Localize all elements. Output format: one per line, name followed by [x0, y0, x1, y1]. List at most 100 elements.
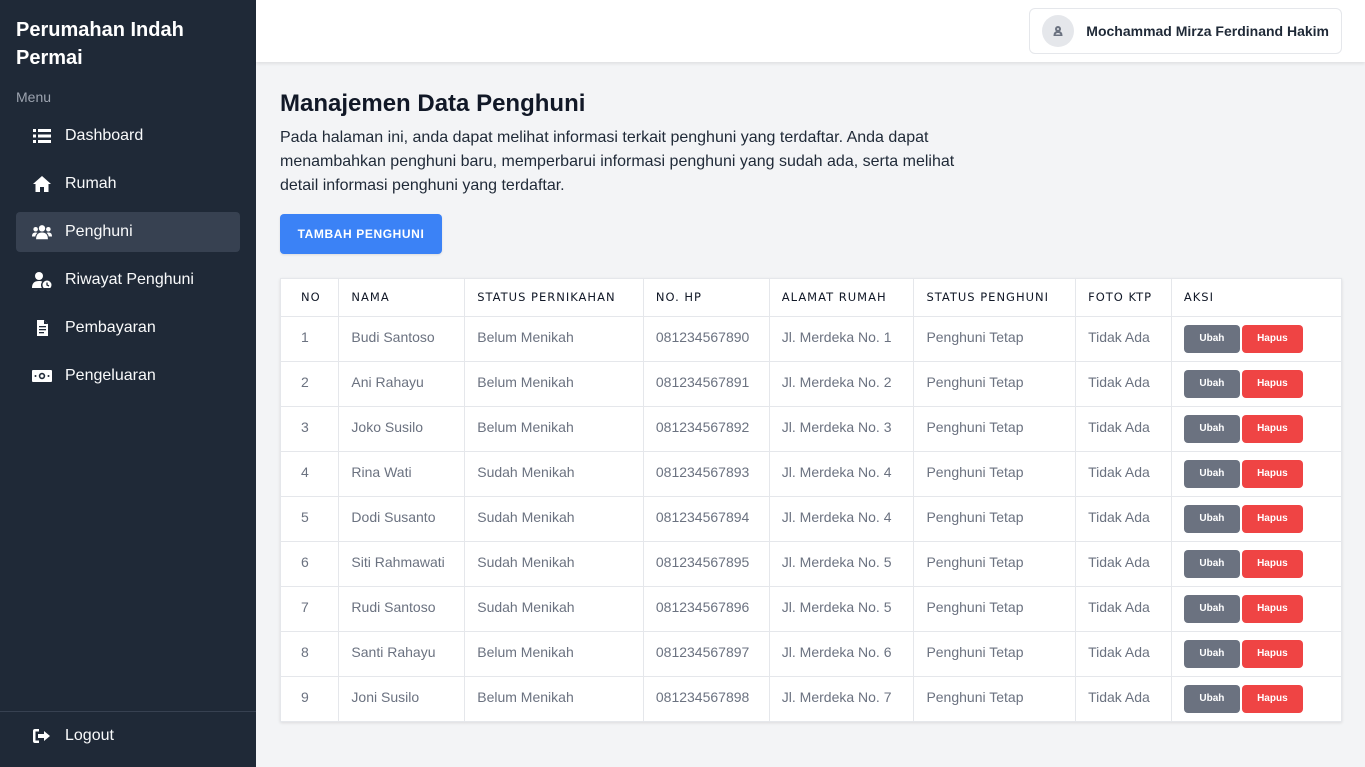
cell-no: 3 — [281, 406, 340, 452]
cell-foto-ktp: Tidak Ada — [1075, 631, 1172, 677]
cell-status-penghuni: Penghuni Tetap — [913, 406, 1077, 452]
edit-button[interactable]: Ubah — [1183, 414, 1240, 443]
delete-button[interactable]: Hapus — [1241, 549, 1303, 578]
cell-no-hp: 081234567896 — [643, 586, 770, 632]
sidebar-item-pembayaran[interactable]: Pembayaran — [16, 308, 240, 348]
home-icon — [32, 175, 52, 193]
delete-button[interactable]: Hapus — [1241, 369, 1303, 398]
delete-button[interactable]: Hapus — [1241, 414, 1303, 443]
cell-status-pernikahan: Belum Menikah — [464, 406, 644, 452]
cell-status-penghuni: Penghuni Tetap — [913, 631, 1077, 677]
cell-aksi: Ubah Hapus — [1171, 631, 1341, 677]
sidebar-item-label: Penghuni — [65, 223, 133, 240]
cell-nama: Ani Rahayu — [338, 361, 466, 407]
delete-button[interactable]: Hapus — [1241, 459, 1303, 488]
cell-foto-ktp: Tidak Ada — [1075, 406, 1172, 452]
table-row: 8 Santi Rahayu Belum Menikah 081234567897 Jl… — [281, 631, 1341, 677]
sidebar-item-riwayat-penghuni[interactable]: Riwayat Penghuni — [16, 260, 240, 300]
cell-no: 9 — [281, 676, 340, 721]
cell-no-hp: 081234567893 — [643, 451, 770, 497]
cell-status-penghuni: Penghuni Tetap — [913, 361, 1077, 407]
table-row: 4 Rina Wati Sudah Menikah 081234567893 Jl. M… — [281, 451, 1341, 497]
cell-aksi: Ubah Hapus — [1171, 316, 1341, 362]
cell-status-pernikahan: Belum Menikah — [464, 361, 644, 407]
logout-button[interactable]: Logout — [16, 716, 240, 756]
cell-no-hp: 081234567897 — [643, 631, 770, 677]
table-row: 5 Dodi Susanto Sudah Menikah 081234567894 Jl… — [281, 496, 1341, 542]
sidebar: Perumahan Indah Permai Menu Dashboard Ru… — [0, 0, 256, 767]
table-row: 1 Budi Santoso Belum Menikah 081234567890 Jl… — [281, 316, 1341, 362]
add-resident-button[interactable]: TAMBAH PENGHUNI — [280, 214, 442, 254]
sidebar-item-label: Riwayat Penghuni — [65, 271, 194, 288]
cell-no: 2 — [281, 361, 340, 407]
cell-status-penghuni: Penghuni Tetap — [913, 451, 1077, 497]
cell-aksi: Ubah Hapus — [1171, 361, 1341, 407]
edit-button[interactable]: Ubah — [1183, 684, 1240, 713]
cell-no: 7 — [281, 586, 340, 632]
cell-nama: Joni Susilo — [338, 676, 466, 721]
cell-no-hp: 081234567895 — [643, 541, 770, 587]
page-description: Pada halaman ini, anda dapat melihat inf… — [280, 129, 955, 194]
delete-button[interactable]: Hapus — [1241, 639, 1303, 668]
cell-alamat-rumah: Jl. Merdeka No. 4 — [769, 496, 915, 542]
edit-button[interactable]: Ubah — [1183, 549, 1240, 578]
file-invoice-icon — [32, 319, 52, 337]
page-title: Manajemen Data Penghuni — [280, 90, 586, 117]
table-header-row: NO NAMA STATUS PERNIKAHAN NO. HP ALAMAT … — [281, 279, 1341, 317]
top-header: Mochammad Mirza Ferdinand Hakim — [256, 0, 1365, 62]
cell-nama: Rina Wati — [338, 451, 466, 497]
sidebar-item-dashboard[interactable]: Dashboard — [16, 116, 240, 156]
cell-no-hp: 081234567891 — [643, 361, 770, 407]
cell-alamat-rumah: Jl. Merdeka No. 3 — [769, 406, 915, 452]
users-icon — [32, 223, 52, 241]
column-header-aksi: AKSI — [1171, 279, 1341, 317]
cell-no-hp: 081234567894 — [643, 496, 770, 542]
cell-aksi: Ubah Hapus — [1171, 496, 1341, 542]
cell-nama: Santi Rahayu — [338, 631, 466, 677]
cell-foto-ktp: Tidak Ada — [1075, 361, 1172, 407]
cell-status-pernikahan: Belum Menikah — [464, 676, 644, 721]
money-bill-icon — [32, 367, 52, 385]
delete-button[interactable]: Hapus — [1241, 504, 1303, 533]
edit-button[interactable]: Ubah — [1183, 324, 1240, 353]
delete-button[interactable]: Hapus — [1241, 324, 1303, 353]
cell-alamat-rumah: Jl. Merdeka No. 5 — [769, 586, 915, 632]
cell-status-pernikahan: Sudah Menikah — [464, 586, 644, 632]
cell-nama: Siti Rahmawati — [338, 541, 466, 587]
cell-alamat-rumah: Jl. Merdeka No. 6 — [769, 631, 915, 677]
list-icon — [32, 127, 52, 145]
delete-button[interactable]: Hapus — [1241, 684, 1303, 713]
cell-no: 1 — [281, 316, 340, 362]
user-menu[interactable]: Mochammad Mirza Ferdinand Hakim — [1029, 8, 1342, 54]
sidebar-divider — [0, 711, 256, 712]
logout-label: Logout — [65, 727, 114, 744]
cell-no: 4 — [281, 451, 340, 497]
sidebar-item-rumah[interactable]: Rumah — [16, 164, 240, 204]
edit-button[interactable]: Ubah — [1183, 504, 1240, 533]
cell-status-pernikahan: Sudah Menikah — [464, 496, 644, 542]
column-header-status-penghuni: STATUS PENGHUNI — [913, 279, 1077, 317]
residents-table: NO NAMA STATUS PERNIKAHAN NO. HP ALAMAT … — [280, 278, 1342, 722]
edit-button[interactable]: Ubah — [1183, 639, 1240, 668]
logout-icon — [32, 727, 52, 745]
edit-button[interactable]: Ubah — [1183, 459, 1240, 488]
cell-status-penghuni: Penghuni Tetap — [913, 316, 1077, 362]
cell-aksi: Ubah Hapus — [1171, 676, 1341, 721]
cell-status-penghuni: Penghuni Tetap — [913, 496, 1077, 542]
delete-button[interactable]: Hapus — [1241, 594, 1303, 623]
cell-alamat-rumah: Jl. Merdeka No. 7 — [769, 676, 915, 721]
column-header-nama: NAMA — [338, 279, 466, 317]
user-clock-icon — [32, 271, 52, 289]
user-name: Mochammad Mirza Ferdinand Hakim — [1086, 23, 1329, 39]
sidebar-item-label: Rumah — [65, 175, 117, 192]
column-header-foto-ktp: FOTO KTP — [1075, 279, 1172, 317]
edit-button[interactable]: Ubah — [1183, 594, 1240, 623]
edit-button[interactable]: Ubah — [1183, 369, 1240, 398]
cell-no-hp: 081234567898 — [643, 676, 770, 721]
column-header-no: NO — [281, 279, 340, 317]
sidebar-nav: Dashboard Rumah Penghuni Riwayat Penghun… — [16, 116, 240, 404]
sidebar-item-penghuni[interactable]: Penghuni — [16, 212, 240, 252]
sidebar-item-pengeluaran[interactable]: Pengeluaran — [16, 356, 240, 396]
cell-nama: Dodi Susanto — [338, 496, 466, 542]
cell-foto-ktp: Tidak Ada — [1075, 451, 1172, 497]
